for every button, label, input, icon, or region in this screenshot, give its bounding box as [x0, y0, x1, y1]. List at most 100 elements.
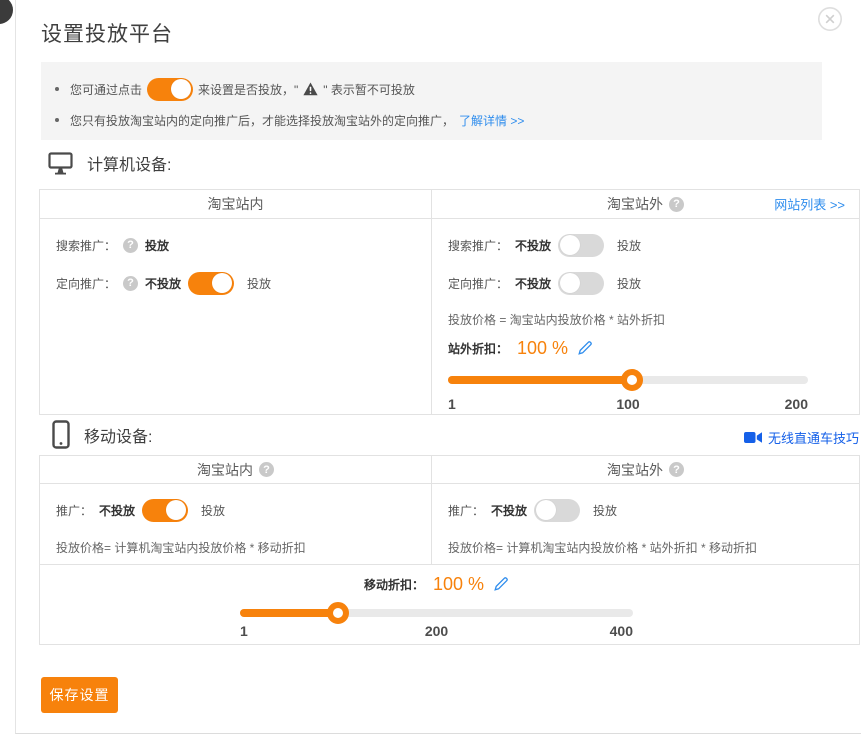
computer-offsite-search-row: 搜索推广： 不投放 投放	[448, 233, 641, 257]
offsite-slider-labels: 1 100 200	[448, 396, 808, 412]
computer-onsite-cell: 搜索推广： ? 投放 定向推广： ? 不投放 投放	[40, 219, 432, 415]
mobile-discount-section: 移动折扣： 100 % 1 200 400	[40, 565, 859, 645]
note1-before: 您可通过点击	[70, 81, 142, 98]
mobile-section-label: 移动设备:	[84, 423, 152, 447]
mobile-offsite-header: 淘宝站外 ?	[432, 456, 859, 483]
mobile-discount-row: 移动折扣： 100 %	[240, 571, 633, 597]
slider-fill	[240, 609, 338, 617]
computer-section-header: 计算机设备:	[48, 151, 171, 175]
offsite-discount-row: 站外折扣： 100 %	[448, 335, 593, 361]
slider-max-label: 200	[785, 396, 808, 412]
mobile-offsite-toggle[interactable]	[534, 499, 580, 522]
slider-handle[interactable]	[327, 602, 349, 624]
target-on-label: 投放	[617, 275, 641, 292]
promo-off-label: 不投放	[491, 502, 527, 519]
target-off-label: 不投放	[145, 275, 181, 292]
promo-label: 推广：	[56, 502, 92, 519]
bullet-dot	[55, 87, 59, 91]
mobile-offsite-header-label: 淘宝站外	[607, 460, 663, 480]
warning-icon	[303, 82, 318, 96]
mobile-offsite-promo-row: 推广： 不投放 投放	[448, 498, 617, 522]
learn-more-link[interactable]: 了解详情 >>	[459, 112, 524, 129]
mobile-discount-value: 100 %	[433, 574, 484, 595]
target-off-label: 不投放	[515, 275, 551, 292]
bullet-dot	[55, 118, 59, 122]
close-button[interactable]	[817, 6, 843, 32]
promo-label: 推广：	[448, 502, 484, 519]
promo-on-label: 投放	[201, 502, 225, 519]
mobile-onsite-cell: 推广： 不投放 投放 投放价格= 计算机淘宝站内投放价格 * 移动折扣	[40, 484, 432, 564]
slider-max-label: 400	[610, 623, 633, 639]
background-badge-icon	[0, 0, 13, 24]
computer-table: 淘宝站内 淘宝站外 ? 网站列表 >> 搜索推广： ? 投放 定向推广：	[39, 189, 860, 415]
search-promo-label: 搜索推广：	[56, 237, 116, 254]
mobile-discount-slider[interactable]	[240, 602, 633, 624]
mobile-offsite-formula: 投放价格= 计算机淘宝站内投放价格 * 站外折扣 * 移动折扣	[448, 539, 757, 556]
page: 设置投放平台 您可通过点击 来设置是否投放，" " 表示暂不可投放 您	[0, 0, 861, 734]
wireless-tips-link[interactable]: 无线直通车技巧	[744, 428, 859, 447]
site-list-link[interactable]: 网站列表 >>	[774, 195, 845, 214]
mobile-slider-labels: 1 200 400	[240, 623, 633, 639]
help-icon[interactable]: ?	[259, 462, 274, 477]
computer-offsite-search-toggle[interactable]	[558, 234, 604, 257]
computer-onsite-header: 淘宝站内	[40, 190, 432, 218]
computer-offsite-cell: 搜索推广： 不投放 投放 定向推广： 不投放 投放 投放价格 = 淘宝站内投放价…	[432, 219, 859, 415]
target-promo-label: 定向推广：	[448, 275, 508, 292]
mobile-table: 淘宝站内 ? 淘宝站外 ? 推广： 不投放 投放 投放价格= 计算机淘宝站内投	[39, 455, 860, 645]
computer-offsite-header: 淘宝站外 ? 网站列表 >>	[432, 190, 859, 218]
note-item-2: 您只有投放淘宝站内的定向推广后，才能选择投放淘宝站外的定向推广， 了解详情 >>	[55, 111, 524, 129]
note1-after: " 表示暂不可投放	[323, 81, 415, 98]
target-promo-label: 定向推广：	[56, 275, 116, 292]
computer-section-label: 计算机设备:	[87, 151, 171, 175]
offsite-discount-value: 100 %	[517, 338, 568, 359]
save-settings-button[interactable]: 保存设置	[41, 677, 118, 713]
computer-onsite-target-toggle[interactable]	[188, 272, 234, 295]
mobile-onsite-toggle[interactable]	[142, 499, 188, 522]
help-icon[interactable]: ?	[123, 276, 138, 291]
close-icon	[817, 6, 843, 32]
video-icon	[744, 431, 763, 444]
mobile-section-header: 移动设备:	[52, 420, 152, 449]
mobile-offsite-cell: 推广： 不投放 投放 投放价格= 计算机淘宝站内投放价格 * 站外折扣 * 移动…	[432, 484, 859, 564]
search-promo-label: 搜索推广：	[448, 237, 508, 254]
note1-mid: 来设置是否投放，"	[198, 81, 298, 98]
monitor-icon	[48, 152, 73, 175]
mobile-onsite-header-label: 淘宝站内	[197, 460, 253, 480]
help-icon[interactable]: ?	[669, 197, 684, 212]
mobile-onsite-header: 淘宝站内 ?	[40, 456, 432, 483]
note-item-1: 您可通过点击 来设置是否投放，" " 表示暂不可投放	[55, 76, 415, 102]
edit-pencil-icon[interactable]	[493, 576, 509, 592]
help-icon[interactable]: ?	[123, 238, 138, 253]
computer-onsite-target-row: 定向推广： ? 不投放 投放	[56, 271, 271, 295]
search-promo-state: 投放	[145, 237, 169, 254]
promo-off-label: 不投放	[99, 502, 135, 519]
computer-onsite-search-row: 搜索推广： ? 投放	[56, 233, 169, 257]
wireless-tips-label: 无线直通车技巧	[768, 428, 859, 447]
computer-offsite-target-row: 定向推广： 不投放 投放	[448, 271, 641, 295]
help-icon[interactable]: ?	[669, 462, 684, 477]
offsite-discount-slider[interactable]	[448, 369, 808, 391]
page-title: 设置投放平台	[41, 18, 173, 48]
mobile-discount-label: 移动折扣：	[364, 576, 424, 593]
note2-text: 您只有投放淘宝站内的定向推广后，才能选择投放淘宝站外的定向推广，	[70, 112, 454, 129]
promo-on-label: 投放	[593, 502, 617, 519]
edit-pencil-icon[interactable]	[577, 340, 593, 356]
slider-min-label: 1	[240, 623, 248, 639]
mobile-table-header: 淘宝站内 ? 淘宝站外 ?	[40, 456, 859, 484]
notes-box: 您可通过点击 来设置是否投放，" " 表示暂不可投放 您只有投放淘宝站内的定向推…	[41, 62, 822, 140]
offsite-discount-label: 站外折扣：	[448, 340, 508, 357]
demo-toggle[interactable]	[147, 78, 193, 101]
computer-table-header: 淘宝站内 淘宝站外 ? 网站列表 >>	[40, 190, 859, 219]
slider-min-label: 1	[448, 396, 456, 412]
mobile-onsite-formula: 投放价格= 计算机淘宝站内投放价格 * 移动折扣	[56, 539, 306, 556]
slider-fill	[448, 376, 632, 384]
computer-offsite-target-toggle[interactable]	[558, 272, 604, 295]
computer-onsite-header-label: 淘宝站内	[208, 194, 264, 214]
mobile-onsite-promo-row: 推广： 不投放 投放	[56, 498, 225, 522]
computer-offsite-header-label: 淘宝站外	[607, 194, 663, 214]
settings-dialog: 设置投放平台 您可通过点击 来设置是否投放，" " 表示暂不可投放 您	[15, 0, 861, 734]
offsite-price-formula: 投放价格 = 淘宝站内投放价格 * 站外折扣	[448, 311, 665, 328]
slider-mid-label: 200	[425, 623, 448, 639]
slider-handle[interactable]	[621, 369, 643, 391]
search-on-label: 投放	[617, 237, 641, 254]
